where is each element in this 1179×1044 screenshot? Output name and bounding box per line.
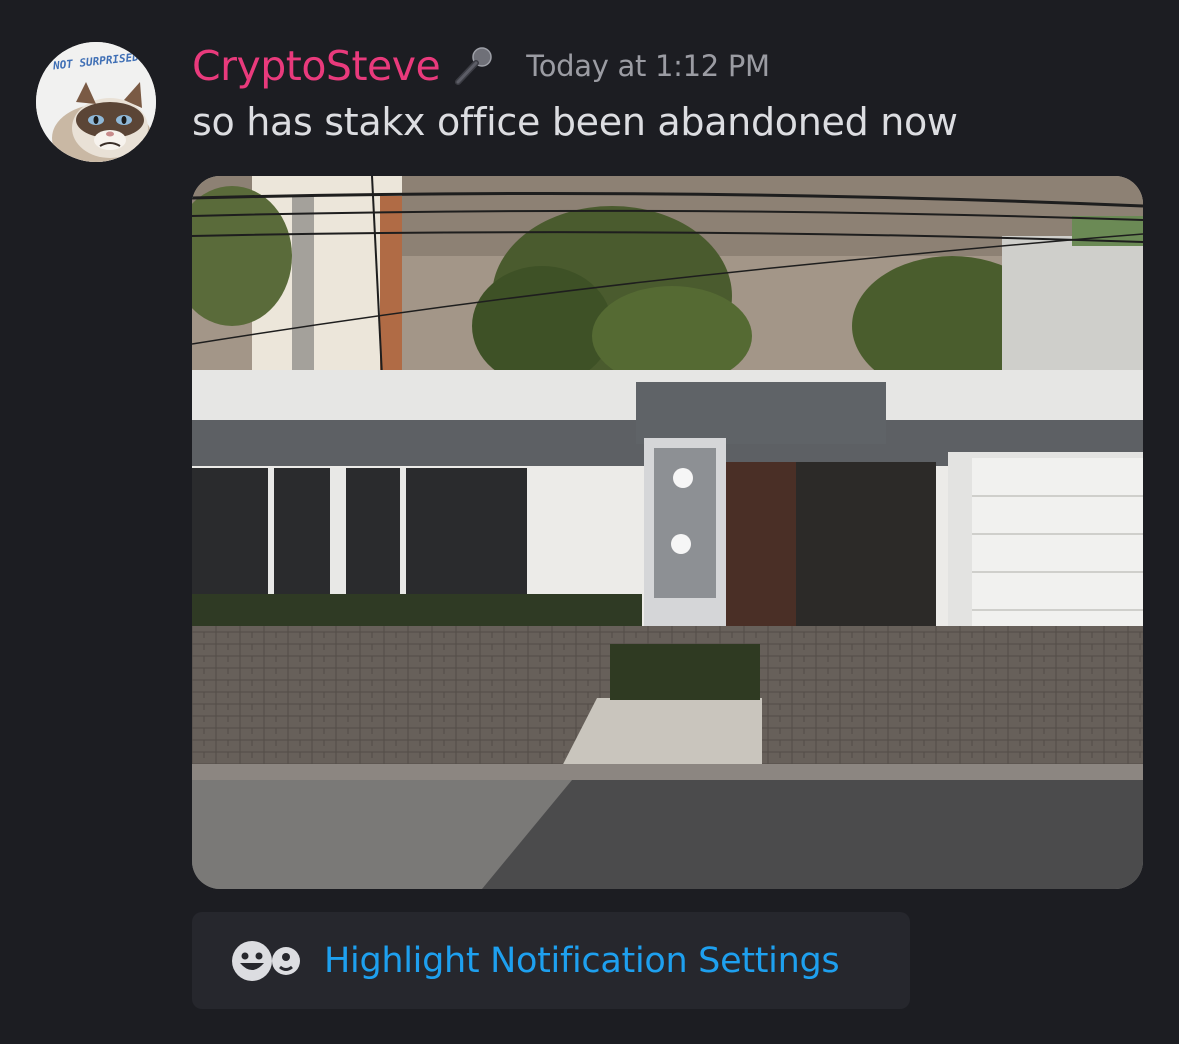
chat-message: NOT SURPRISED CryptoSteve Today at 1:12 … bbox=[0, 0, 1179, 1044]
action-label: Highlight Notification Settings bbox=[324, 940, 840, 981]
image-attachment[interactable] bbox=[192, 176, 1143, 889]
avatar[interactable]: NOT SURPRISED bbox=[36, 42, 156, 162]
username[interactable]: CryptoSteve bbox=[192, 42, 441, 90]
building-photo bbox=[192, 176, 1143, 889]
microphone-icon bbox=[452, 44, 496, 88]
message-content: so has stakx office been abandoned now bbox=[192, 100, 958, 144]
message-header: CryptoSteve Today at 1:12 PM bbox=[192, 40, 770, 92]
timestamp: Today at 1:12 PM bbox=[526, 49, 770, 83]
highlight-notification-settings-button[interactable]: Highlight Notification Settings bbox=[192, 912, 910, 1009]
emoji-mention-icon bbox=[228, 939, 304, 983]
